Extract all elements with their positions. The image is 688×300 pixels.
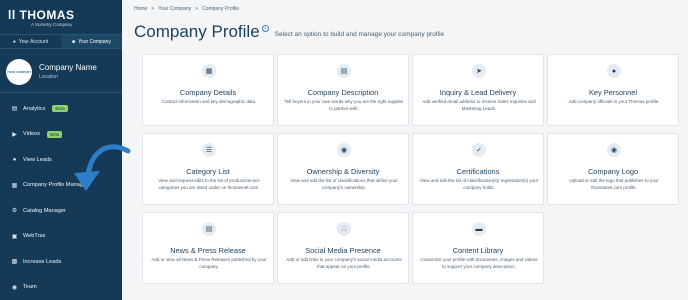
card-title: Inquiry & Lead Delivery: [439, 88, 517, 97]
card-news-press-release[interactable]: ▤ News & Press Release Add or view all N…: [142, 212, 274, 284]
person-icon: ●: [12, 156, 17, 163]
building-icon: ▦: [202, 64, 216, 78]
card-title: Company Logo: [587, 167, 639, 176]
list-icon: ☰: [202, 143, 216, 157]
team-icon: ◉: [11, 284, 18, 291]
card-title: Company Details: [179, 88, 237, 97]
card-title: Company Description: [307, 88, 379, 97]
card-description: Add company officials to your Thomas pro…: [568, 99, 660, 104]
page-title: Company Profile: [134, 22, 260, 41]
card-title: Content Library: [452, 246, 504, 255]
sidebar-item-label: Catalog Manager: [23, 207, 66, 214]
sidebar-item-catalog-manager[interactable]: ⚙ Catalog Manager: [0, 198, 122, 224]
avatar-text: YOUR COMPANY: [6, 70, 32, 74]
card-company-logo[interactable]: ◉ Company Logo Upload or edit the logo t…: [547, 133, 679, 205]
card-description: Contact information and key demographic …: [161, 99, 257, 104]
share-icon: ∴: [337, 222, 351, 236]
beta-badge: Beta: [47, 130, 63, 138]
tab-label: Your Account: [18, 38, 49, 45]
company-name: Company Name: [39, 63, 97, 72]
paper-plane-icon: ➤: [472, 64, 486, 78]
video-icon: ▶: [12, 131, 17, 138]
sidebar-item-label: Videos: [23, 131, 41, 138]
thomas-logo[interactable]: ll THOMAS A Xometry Company: [8, 6, 118, 28]
chart-icon: ▩: [11, 259, 18, 266]
card-title: Ownership & Diversity: [306, 167, 380, 176]
sidebar-item-label: WebTrax: [23, 233, 46, 240]
card-social-media-presence[interactable]: ∴ Social Media Presence Add or edit link…: [277, 212, 409, 284]
newspaper-icon: ▤: [202, 222, 216, 236]
breadcrumb-your-company[interactable]: Your Company: [158, 6, 191, 12]
card-description: View and edit the list of classification…: [419, 178, 539, 190]
card-title: News & Press Release: [170, 246, 246, 255]
sidebar-item-increase-leads[interactable]: ▩ Increase Leads: [0, 249, 122, 275]
card-content-library[interactable]: ▬ Content Library Customize your profile…: [412, 212, 544, 284]
folder-icon: ▬: [472, 222, 486, 236]
breadcrumb-company-profile: Company Profile: [202, 6, 240, 12]
monitor-icon: ▣: [11, 233, 18, 240]
tab-your-company[interactable]: ■ Your Company: [61, 35, 122, 48]
logo-wordmark: ll THOMAS: [8, 8, 75, 22]
building-icon: ▦: [11, 182, 18, 189]
sidebar-divider: [0, 92, 122, 93]
card-category-list[interactable]: ☰ Category List View and request edits t…: [142, 133, 274, 205]
card-ownership-diversity[interactable]: ◉ Ownership & Diversity View and edit th…: [277, 133, 409, 205]
card-title: Social Media Presence: [305, 246, 381, 255]
beta-badge: Beta: [52, 105, 68, 113]
team-icon: ◉: [337, 143, 351, 157]
card-description: Add or edit links to your company's soci…: [286, 257, 402, 269]
logo-bars-icon: ll: [8, 8, 20, 22]
company-avatar: YOUR COMPANY: [6, 59, 32, 85]
breadcrumb-separator: >: [195, 6, 199, 12]
tab-label: Your Company: [78, 38, 111, 45]
card-description: Add verified email address to receive Sa…: [422, 99, 536, 111]
card-certifications[interactable]: ✓ Certifications View and edit the list …: [412, 133, 544, 205]
card-title: Category List: [186, 167, 230, 176]
breadcrumb: Home > Your Company > Company Profile: [134, 6, 239, 12]
account-tabs: ● Your Account ■ Your Company: [0, 34, 122, 49]
document-icon: ▤: [337, 64, 351, 78]
card-title: Certifications: [456, 167, 500, 176]
company-location: Location: [39, 74, 58, 80]
card-company-details[interactable]: ▦ Company Details Contact information an…: [142, 54, 274, 126]
sidebar-item-webtrax[interactable]: ▣ WebTrax: [0, 224, 122, 250]
document-icon: ▤: [11, 106, 18, 113]
person-icon: ●: [12, 38, 16, 45]
sidebar-item-label: Team: [23, 284, 37, 291]
sidebar-item-label: View Leads: [23, 156, 52, 163]
help-icon[interactable]: ?: [261, 24, 269, 32]
card-description: Customize your profile with documents, i…: [420, 257, 538, 269]
card-description: Add or view all News & Press Releases pu…: [151, 257, 267, 269]
card-description: View and edit the list of classification…: [290, 178, 398, 190]
card-inquiry-lead-delivery[interactable]: ➤ Inquiry & Lead Delivery Add verified e…: [412, 54, 544, 126]
sidebar-nav: ▤ Analytics Beta ▶ Videos Beta ● View Le…: [0, 96, 122, 300]
card-description: Upload or edit the logo that publishes t…: [569, 178, 659, 190]
page-subtitle: Select an option to build and manage you…: [274, 30, 445, 38]
camera-icon: ◉: [607, 143, 621, 157]
company-summary[interactable]: YOUR COMPANY Company Name Location: [0, 53, 122, 89]
certificate-icon: ✓: [472, 143, 486, 157]
sidebar-item-label: Analytics: [23, 105, 46, 112]
logo-tagline: A Xometry Company: [31, 22, 73, 27]
people-icon: ●: [607, 64, 621, 78]
sidebar-item-team[interactable]: ◉ Team: [0, 275, 122, 300]
card-description: View and request edits to the list of pr…: [158, 178, 260, 190]
page-header: Company Profile ? Select an option to bu…: [134, 20, 444, 44]
curved-arrow-icon: [74, 144, 131, 191]
breadcrumb-home[interactable]: Home: [134, 6, 147, 12]
tab-your-account[interactable]: ● Your Account: [0, 35, 61, 48]
breadcrumb-separator: >: [151, 6, 155, 12]
sidebar-item-label: Increase Leads: [23, 258, 62, 265]
gear-icon: ⚙: [11, 208, 18, 215]
card-description: Tell buyers in your own words why you ar…: [284, 99, 404, 111]
card-company-description[interactable]: ▤ Company Description Tell buyers in you…: [277, 54, 409, 126]
building-icon: ■: [72, 38, 76, 45]
sidebar-item-analytics[interactable]: ▤ Analytics Beta: [0, 96, 122, 122]
card-title: Key Personnel: [588, 88, 638, 97]
card-key-personnel[interactable]: ● Key Personnel Add company officials to…: [547, 54, 679, 126]
